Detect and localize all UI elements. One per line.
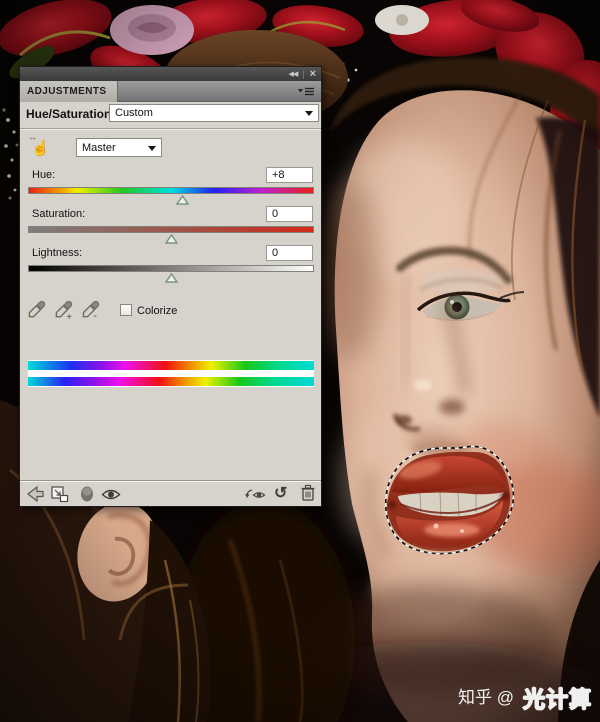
- spectrum-after-bar: [28, 377, 314, 386]
- lightness-value-input[interactable]: 0: [266, 245, 313, 261]
- channel-value: Master: [82, 142, 116, 154]
- saturation-slider-marker[interactable]: [165, 234, 178, 244]
- view-previous-state-icon[interactable]: [244, 486, 266, 502]
- channel-dropdown[interactable]: Master: [76, 138, 162, 157]
- colorize-checkbox[interactable]: [120, 304, 132, 316]
- svg-text:-: -: [93, 310, 97, 321]
- adjustments-panel: ◀◀ | × ADJUSTMENTS Hue/Saturation Custom…: [19, 66, 322, 507]
- hue-label: Hue:: [32, 169, 55, 181]
- watermark: 知乎 @ 光计算: [362, 682, 592, 716]
- panel-titlebar: ◀◀ | ×: [20, 67, 321, 81]
- saturation-slider-track[interactable]: [28, 226, 314, 233]
- toggle-visibility-eye-icon[interactable]: [101, 488, 121, 501]
- eyedropper-group: + -: [26, 299, 102, 321]
- chevron-down-icon: [305, 111, 313, 116]
- close-panel-button[interactable]: ×: [310, 69, 316, 80]
- tat-hand-icon: ☝: [31, 139, 50, 157]
- hue-spectrum-ramps: [28, 360, 314, 387]
- panel-view-toggle-icon[interactable]: [80, 485, 94, 503]
- tab-adjustments[interactable]: ADJUSTMENTS: [20, 81, 118, 102]
- panel-bottom-toolbar: ↺: [20, 480, 321, 506]
- preset-dropdown[interactable]: Custom: [109, 104, 319, 122]
- panel-menu-icon[interactable]: [297, 86, 315, 97]
- preset-value: Custom: [115, 107, 153, 119]
- hue-value-input[interactable]: +8: [266, 167, 313, 183]
- hue-slider-marker[interactable]: [176, 195, 189, 205]
- watermark-site-text: 知乎 @: [458, 683, 514, 708]
- adjustment-title: Hue/Saturation: [26, 107, 111, 121]
- panel-tabbar: ADJUSTMENTS: [20, 81, 321, 102]
- photoshop-workspace: ◀◀ | × ADJUSTMENTS Hue/Saturation Custom…: [0, 0, 600, 722]
- divider: [20, 128, 321, 130]
- collapse-to-icons-button[interactable]: ◀◀: [288, 71, 297, 78]
- svg-text:+: +: [66, 312, 72, 321]
- hue-slider-track[interactable]: [28, 187, 314, 194]
- titlebar-separator: |: [302, 70, 304, 79]
- spectrum-before-bar: [28, 361, 314, 370]
- clip-to-layer-icon[interactable]: [50, 485, 70, 503]
- saturation-value-input[interactable]: 0: [266, 206, 313, 222]
- lightness-slider-marker[interactable]: [165, 273, 178, 283]
- lightness-slider-track[interactable]: [28, 265, 314, 272]
- chevron-down-icon: [148, 146, 156, 151]
- eyedropper-icon[interactable]: [26, 299, 48, 321]
- reset-icon[interactable]: ↺: [274, 483, 287, 503]
- colorize-label: Colorize: [137, 305, 177, 317]
- watermark-overlay-text: 光计算: [523, 682, 592, 714]
- eyedropper-plus-icon[interactable]: +: [53, 299, 75, 321]
- eyedropper-minus-icon[interactable]: -: [80, 299, 102, 321]
- return-arrow-icon[interactable]: [24, 485, 46, 503]
- lightness-label: Lightness:: [32, 247, 82, 259]
- saturation-label: Saturation:: [32, 208, 85, 220]
- targeted-adjustment-tool[interactable]: ↔ ☝: [28, 135, 50, 159]
- delete-trash-icon[interactable]: [300, 484, 316, 503]
